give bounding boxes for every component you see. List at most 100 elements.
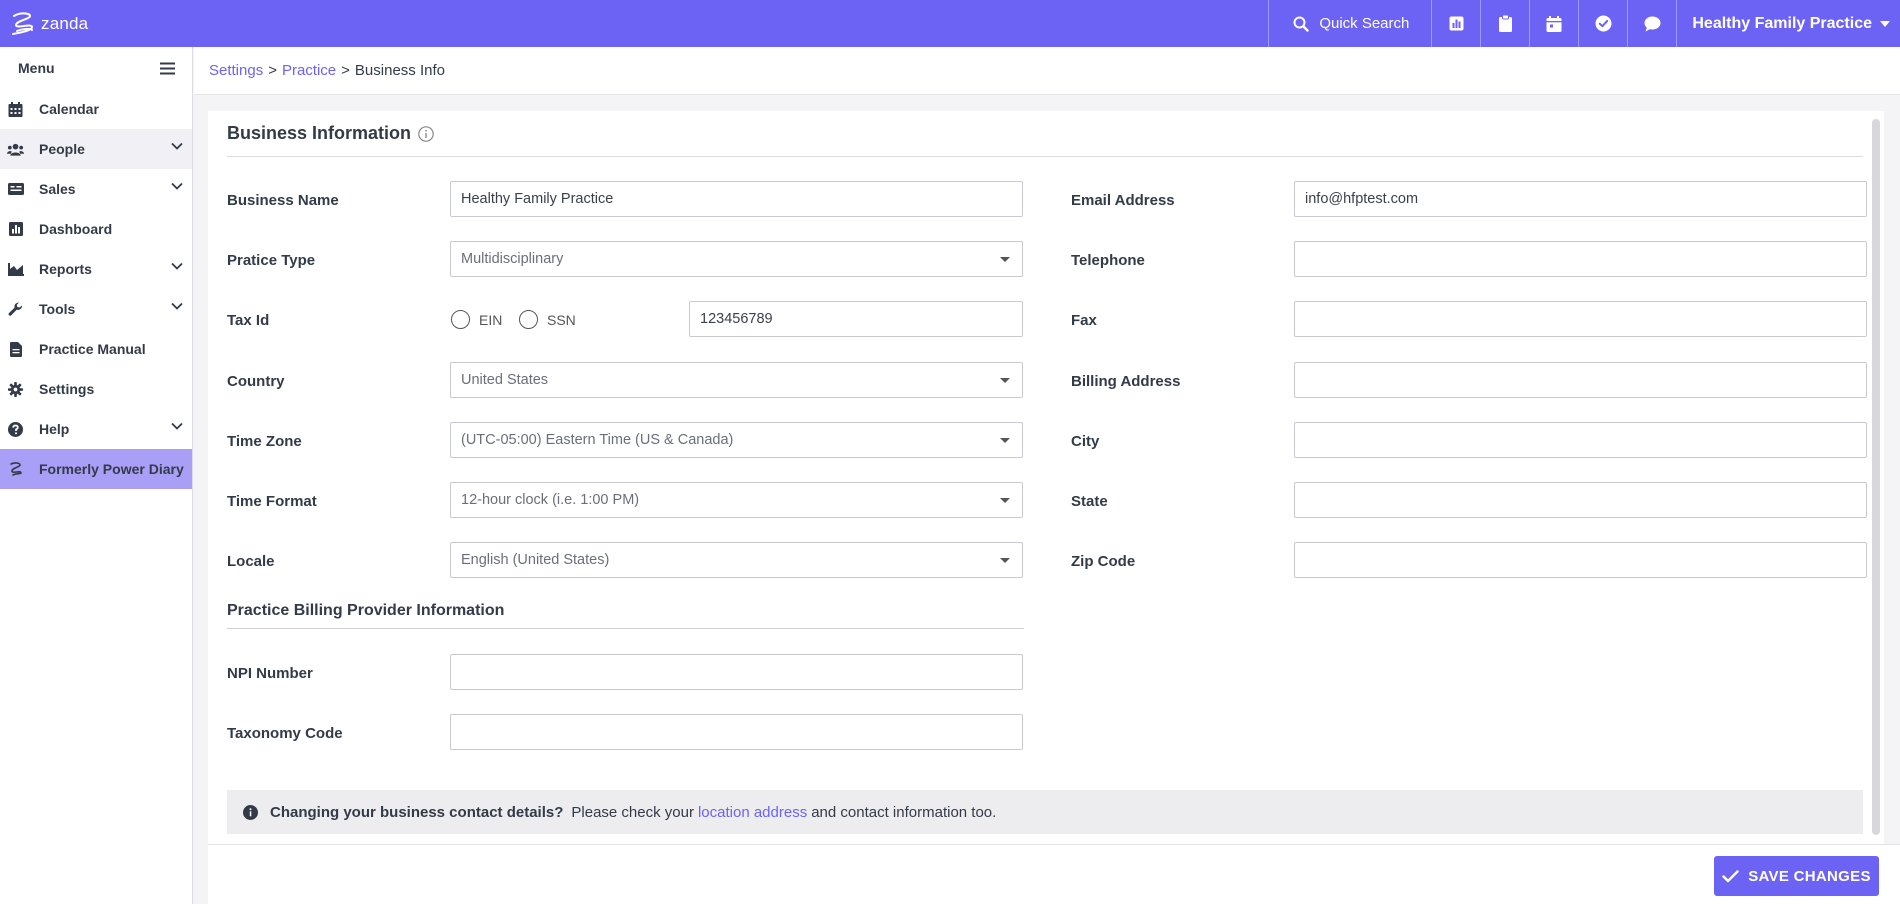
save-changes-button[interactable]: SAVE CHANGES <box>1714 856 1879 896</box>
quick-search-button[interactable]: Quick Search <box>1269 0 1431 47</box>
caret-down-icon <box>1000 378 1010 383</box>
notice-heading: Changing your business contact details? <box>270 803 564 821</box>
caret-down-icon <box>1000 558 1010 563</box>
city-input[interactable] <box>1294 422 1867 458</box>
sidebar-item-calendar[interactable]: Calendar <box>0 89 192 129</box>
breadcrumb-settings[interactable]: Settings <box>209 62 263 79</box>
tax-id-label: Tax Id <box>227 312 270 329</box>
sidebar-item-formerly-power-diary[interactable]: Formerly Power Diary <box>0 449 192 489</box>
business-name-label: Business Name <box>227 192 339 209</box>
chevron-down-icon <box>1880 20 1890 27</box>
document-icon <box>7 341 24 358</box>
sidebar-item-label: Calendar <box>39 101 99 117</box>
time-zone-select[interactable]: (UTC-05:00) Eastern Time (US & Canada) <box>450 422 1023 458</box>
sidebar-item-help[interactable]: Help <box>0 409 192 449</box>
gear-icon <box>7 381 24 398</box>
check-circle-icon <box>1595 15 1612 32</box>
info-outline-icon[interactable] <box>418 125 434 142</box>
practice-type-value: Multidisciplinary <box>461 251 564 267</box>
sidebar-item-reports[interactable]: Reports <box>0 249 192 289</box>
email-address-label: Email Address <box>1071 192 1175 209</box>
breadcrumb-current: Business Info <box>354 62 445 79</box>
radio-circle <box>519 310 538 329</box>
sidebar-item-sales[interactable]: Sales <box>0 169 192 209</box>
telephone-input[interactable] <box>1294 241 1867 277</box>
time-zone-value: (UTC-05:00) Eastern Time (US & Canada) <box>461 432 734 448</box>
logo-text: zanda <box>41 13 89 33</box>
chevron-down-icon <box>171 422 183 430</box>
billing-address-input[interactable] <box>1294 362 1867 398</box>
locale-label: Locale <box>227 553 275 570</box>
practice-name-label: Healthy Family Practice <box>1692 14 1872 32</box>
hamburger-icon[interactable] <box>160 62 175 75</box>
dashboard-icon <box>7 221 24 238</box>
tasks-shortcut-button[interactable] <box>1579 0 1627 47</box>
top-bar: zanda Quick Search Healthy Family Practi… <box>0 0 1900 47</box>
chevron-down-icon <box>171 302 183 310</box>
country-select[interactable]: United States <box>450 362 1023 398</box>
business-name-input[interactable]: Healthy Family Practice <box>450 181 1023 217</box>
practice-type-select[interactable]: Multidisciplinary <box>450 241 1023 277</box>
quick-search-label: Quick Search <box>1319 15 1410 32</box>
sidebar-item-settings[interactable]: Settings <box>0 369 192 409</box>
divider <box>227 156 1863 157</box>
sidebar-item-dashboard[interactable]: Dashboard <box>0 209 192 249</box>
check-icon <box>1722 869 1739 882</box>
zip-code-input[interactable] <box>1294 542 1867 578</box>
calendar-icon <box>7 101 24 118</box>
top-right-actions: Quick Search Healthy Family Practice <box>1268 0 1900 47</box>
sidebar-item-label: Dashboard <box>39 221 113 237</box>
state-label: State <box>1071 493 1108 510</box>
ssn-label: SSN <box>547 311 576 328</box>
billing-address-label: Billing Address <box>1071 373 1181 390</box>
fax-input[interactable] <box>1294 301 1867 337</box>
menu-label: Menu <box>18 60 55 76</box>
wrench-icon <box>7 301 24 318</box>
email-address-input[interactable]: info@hfptest.com <box>1294 181 1867 217</box>
sales-icon <box>7 181 24 198</box>
app-logo[interactable]: zanda <box>0 0 195 47</box>
scrollbar[interactable] <box>1872 119 1880 835</box>
npi-number-label: NPI Number <box>227 665 313 682</box>
practice-switcher[interactable]: Healthy Family Practice <box>1677 0 1900 47</box>
reports-shortcut-button[interactable] <box>1432 0 1480 47</box>
zanda-logo-icon <box>12 11 34 35</box>
sidebar-item-practice-manual[interactable]: Practice Manual <box>0 329 192 369</box>
telephone-label: Telephone <box>1071 252 1145 269</box>
sidebar-item-tools[interactable]: Tools <box>0 289 192 329</box>
city-label: City <box>1071 433 1100 450</box>
page-title: Business Information <box>227 123 434 144</box>
time-format-value: 12-hour clock (i.e. 1:00 PM) <box>461 492 640 508</box>
location-address-link[interactable]: location address <box>698 804 807 821</box>
radio-circle <box>451 310 470 329</box>
locale-value: English (United States) <box>461 552 610 568</box>
locale-select[interactable]: English (United States) <box>450 542 1023 578</box>
sidebar-item-people[interactable]: People <box>0 129 192 169</box>
fax-label: Fax <box>1071 312 1097 329</box>
time-format-select[interactable]: 12-hour clock (i.e. 1:00 PM) <box>450 482 1023 518</box>
tax-id-input[interactable]: 123456789 <box>689 301 1023 337</box>
calendar-shortcut-button[interactable] <box>1530 0 1578 47</box>
sidebar-item-label: Reports <box>39 261 92 277</box>
caret-down-icon <box>1000 257 1010 262</box>
messages-shortcut-button[interactable] <box>1628 0 1676 47</box>
tax-id-ssn-radio[interactable]: SSN <box>519 310 576 329</box>
npi-number-input[interactable] <box>450 654 1023 690</box>
save-changes-label: SAVE CHANGES <box>1748 867 1871 885</box>
state-input[interactable] <box>1294 482 1867 518</box>
people-icon <box>7 141 24 158</box>
search-icon <box>1293 16 1310 32</box>
breadcrumb-practice[interactable]: Practice <box>282 62 336 79</box>
breadcrumb-separator: > <box>268 62 277 79</box>
sidebar-item-label: People <box>39 141 85 157</box>
zip-code-label: Zip Code <box>1071 553 1136 570</box>
chevron-down-icon <box>171 182 183 190</box>
reports-icon <box>7 261 24 278</box>
clipboard-shortcut-button[interactable] <box>1481 0 1529 47</box>
ein-label: EIN <box>479 311 503 328</box>
taxonomy-code-input[interactable] <box>450 714 1023 750</box>
tax-id-ein-radio[interactable]: EIN <box>451 310 502 329</box>
notice-text-after: and contact information too. <box>811 803 997 821</box>
sidebar-item-label: Settings <box>39 381 95 397</box>
chat-icon <box>1644 16 1661 31</box>
